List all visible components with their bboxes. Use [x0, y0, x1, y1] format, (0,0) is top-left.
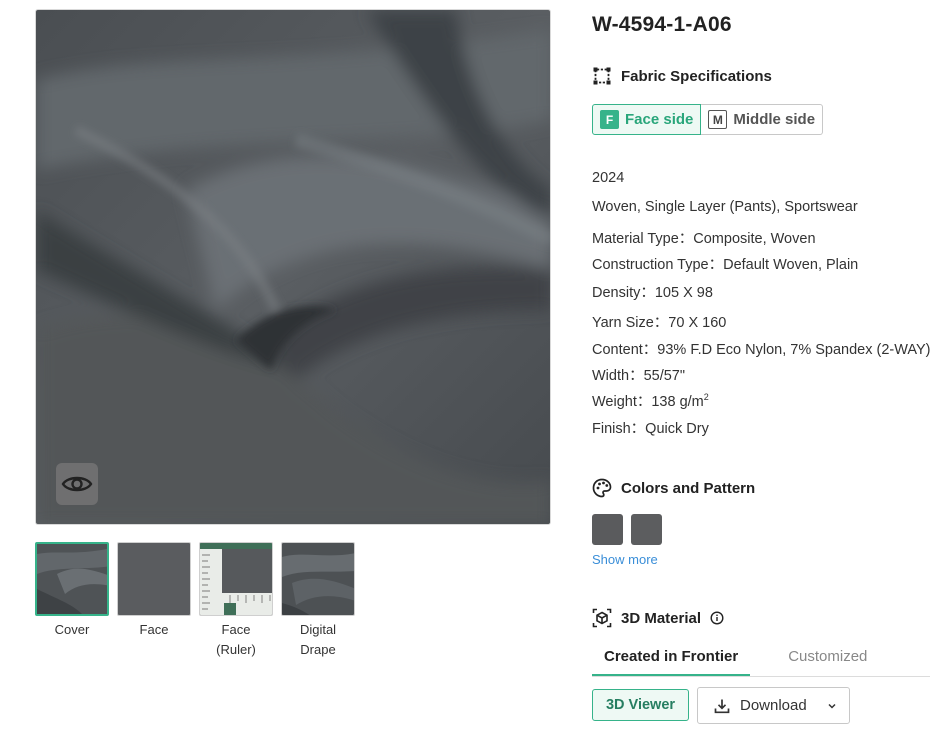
color-swatch[interactable] — [592, 514, 623, 545]
3d-material-tabs: Created in Frontier Customized — [592, 638, 930, 677]
thumbnail-face[interactable]: Face — [117, 542, 191, 660]
thumbnail-digital-drape[interactable]: Digital Drape — [281, 542, 355, 660]
middle-badge-icon: M — [708, 110, 728, 129]
face-side-label: Face side — [625, 111, 694, 128]
spec-density: Density：105 X 98 — [592, 285, 713, 301]
spec-year: 2024 — [592, 170, 625, 186]
3d-viewer-button[interactable]: 3D Viewer — [592, 689, 689, 721]
face-badge-icon: F — [600, 110, 619, 129]
section-title: Fabric Specifications — [621, 67, 772, 85]
spec-material-type: Material Type：Composite, Woven — [592, 231, 816, 247]
tab-created-in-frontier[interactable]: Created in Frontier — [592, 638, 751, 676]
thumbnail-image — [281, 542, 355, 616]
section-title: Colors and Pattern — [621, 479, 756, 497]
fabric-spec-icon — [593, 67, 611, 85]
colors-pattern-heading: Colors and Pattern — [592, 478, 755, 498]
middle-side-button[interactable]: M Middle side — [701, 104, 824, 135]
spec-weight-value: Weight：138 g/m — [592, 394, 704, 410]
face-side-button[interactable]: F Face side — [592, 104, 702, 135]
eye-icon — [61, 476, 93, 492]
3d-material-heading: 3D Material — [592, 608, 724, 628]
spec-usage: Woven, Single Layer (Pants), Sportswear — [592, 199, 858, 215]
thumbnail-image — [35, 542, 109, 616]
side-toggle: F Face side M Middle side — [592, 104, 824, 135]
thumbnail-cover[interactable]: Cover — [35, 542, 109, 660]
palette-icon — [592, 478, 612, 498]
thumbnail-strip: Cover Face Face (Ruler) Digital Drape — [35, 542, 355, 660]
3d-cube-icon — [592, 608, 612, 628]
product-code-title: W-4594-1-A06 — [592, 13, 732, 36]
download-label: Download — [740, 697, 807, 714]
spec-finish: Finish：Quick Dry — [592, 421, 709, 437]
thumbnail-image — [117, 542, 191, 616]
spec-content: Content：93% F.D Eco Nylon, 7% Spandex (2… — [592, 342, 931, 358]
spec-width: Width：55/57" — [592, 368, 685, 384]
section-title: 3D Material — [621, 609, 702, 627]
thumbnail-label: Face (Ruler) — [216, 622, 256, 657]
main-fabric-image — [35, 9, 551, 525]
thumbnail-face-ruler[interactable]: Face (Ruler) — [199, 542, 273, 660]
spec-construction-type: Construction Type：Default Woven, Plain — [592, 257, 859, 273]
show-more-link[interactable]: Show more — [592, 552, 658, 567]
spec-weight-unit-exponent: 2 — [703, 392, 709, 403]
spec-yarn-size: Yarn Size：70 X 160 — [592, 315, 727, 331]
spec-weight: Weight：138 g/m2 — [592, 390, 709, 411]
download-icon — [714, 699, 730, 713]
tab-customized[interactable]: Customized — [776, 638, 879, 676]
chevron-down-icon — [828, 703, 836, 709]
color-swatches — [592, 514, 662, 545]
fabric-specifications-heading: Fabric Specifications — [592, 66, 772, 86]
info-icon[interactable] — [710, 611, 724, 625]
thumbnail-label: Cover — [54, 622, 90, 637]
thumbnail-label: Face — [139, 622, 169, 637]
download-button[interactable]: Download — [697, 687, 850, 724]
view-image-button[interactable] — [56, 463, 98, 505]
middle-side-label: Middle side — [733, 111, 816, 128]
color-swatch[interactable] — [631, 514, 662, 545]
thumbnail-image — [199, 542, 273, 616]
thumbnail-label: Digital Drape — [299, 622, 337, 657]
